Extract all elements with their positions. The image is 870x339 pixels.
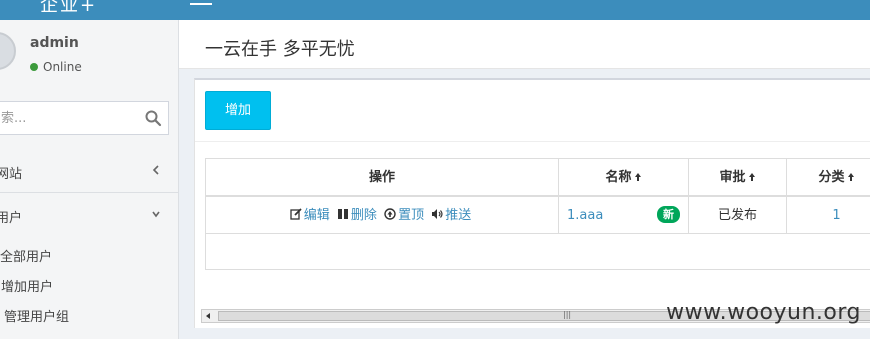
chevron-left-icon <box>152 165 159 175</box>
brand-bar[interactable]: 企业+ <box>0 0 179 20</box>
new-badge: 新 <box>657 206 680 223</box>
chevron-down-icon <box>152 211 160 218</box>
online-dot-icon <box>30 63 38 71</box>
category-link[interactable]: 1 <box>832 208 840 223</box>
table-cell-actions: 编辑 删除 置顶 推送 <box>206 197 559 234</box>
pause-icon <box>337 209 348 219</box>
search-input[interactable] <box>0 102 132 134</box>
content-box: 增加 操作 名称 审批 分类 编辑 删除 置顶 推送 1.aaa 新 已发布 1… <box>194 78 870 328</box>
table-cell-category: 1 <box>787 197 870 234</box>
submenu-item-manage-groups[interactable]: 管理用户组 <box>4 306 69 325</box>
user-status: Online <box>30 60 82 74</box>
search-icon[interactable] <box>144 109 162 127</box>
user-status-label: Online <box>43 60 82 74</box>
add-button[interactable]: 增加 <box>205 91 271 130</box>
sidebar-item-users[interactable]: 用户 <box>0 193 179 237</box>
column-header-name[interactable]: 名称 <box>559 159 689 197</box>
pin-top-link[interactable]: 置顶 <box>398 208 424 223</box>
column-header-label: 操作 <box>368 170 395 185</box>
volume-icon <box>432 209 443 219</box>
column-header-category[interactable]: 分类 <box>787 159 870 197</box>
content-header: 一云在手 多平无忧 <box>179 20 870 69</box>
sort-icon <box>634 173 641 181</box>
sidebar-search <box>0 101 169 135</box>
column-header-label: 名称 <box>605 170 632 185</box>
scrollbar-grip-icon: ||| <box>563 310 572 319</box>
table-cell-approval: 已发布 <box>689 197 787 234</box>
watermark: www.wooyun.org <box>666 300 861 325</box>
top-navbar <box>179 0 870 20</box>
user-panel: admin Online <box>0 22 179 84</box>
sort-icon <box>748 173 755 181</box>
brand-logo[interactable]: 企业+ <box>40 0 97 17</box>
column-header-label: 审批 <box>719 170 746 185</box>
sort-icon <box>847 173 854 181</box>
avatar <box>0 32 16 70</box>
menu-toggle-icon[interactable] <box>190 0 212 6</box>
item-name-link[interactable]: 1.aaa <box>567 208 603 223</box>
column-header-actions: 操作 <box>206 159 559 197</box>
data-table: 操作 名称 审批 分类 编辑 删除 置顶 推送 1.aaa 新 已发布 1 <box>205 158 870 270</box>
submenu-item-add-user[interactable]: 增加用户 <box>1 276 53 295</box>
page-title: 一云在手 多平无忧 <box>205 39 355 60</box>
submenu-item-all-users[interactable]: 全部用户 <box>0 246 52 265</box>
column-header-label: 分类 <box>818 170 845 185</box>
edit-link[interactable]: 编辑 <box>304 208 330 223</box>
sidebar-item-website[interactable]: 网站 <box>0 149 179 193</box>
push-link[interactable]: 推送 <box>445 208 471 223</box>
table-cell-name: 1.aaa 新 <box>559 197 689 234</box>
column-header-approval[interactable]: 审批 <box>689 159 787 197</box>
scroll-left-arrow-icon[interactable] <box>202 310 216 322</box>
edit-icon <box>290 208 302 220</box>
delete-link[interactable]: 删除 <box>351 208 377 223</box>
divider <box>195 141 870 142</box>
sidebar-item-label: 网站 <box>0 167 23 182</box>
user-name: admin <box>30 35 79 51</box>
arrow-up-circle-icon <box>384 208 396 220</box>
sidebar-item-label: 用户 <box>0 211 23 226</box>
sidebar: 企业+ admin Online 网站 用户 全部用户 增加用户 管理用户组 <box>0 0 179 339</box>
